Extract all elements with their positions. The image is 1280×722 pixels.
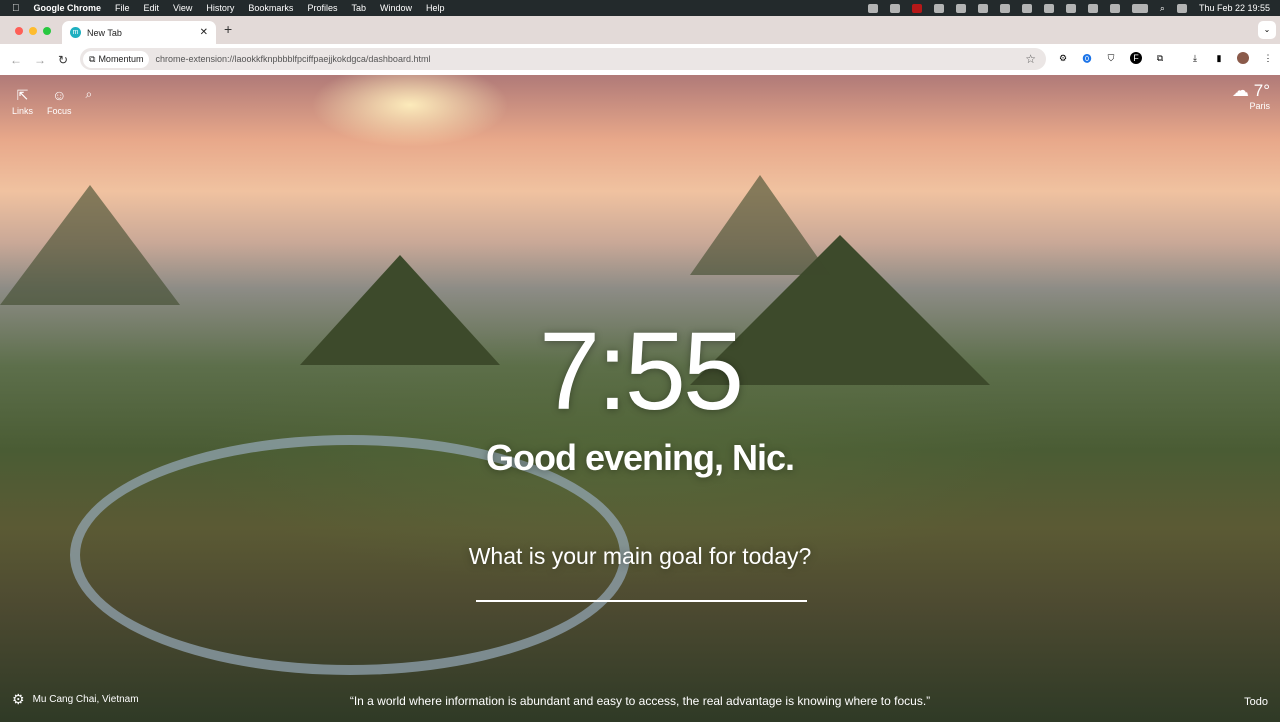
tab-search-chevron-icon[interactable]: ⌄ bbox=[1258, 21, 1276, 39]
window-icon[interactable] bbox=[999, 3, 1010, 13]
background-mountain bbox=[690, 175, 830, 275]
extensions-puzzle-icon[interactable]: ⧉ bbox=[1154, 52, 1166, 64]
clipboard-icon[interactable] bbox=[977, 3, 988, 13]
layers-icon[interactable] bbox=[889, 3, 900, 13]
links-label: Links bbox=[12, 106, 34, 116]
focus-label: Focus bbox=[47, 106, 72, 116]
f-extension-icon[interactable]: F bbox=[1130, 52, 1142, 64]
momentum-dashboard: ⇱ Links ☺ Focus ⌕ ☁ 7° Paris 7:55 Good eve… bbox=[0, 75, 1280, 722]
lock-icon[interactable] bbox=[911, 3, 922, 13]
menubar-clock[interactable]: Thu Feb 22 19:55 bbox=[1199, 3, 1270, 13]
close-window-button[interactable] bbox=[15, 27, 23, 35]
weather-city: Paris bbox=[1249, 101, 1270, 111]
search-button[interactable]: ⌕ bbox=[86, 87, 93, 116]
goal-question: What is your main goal for today? bbox=[468, 543, 812, 569]
menu-help[interactable]: Help bbox=[426, 3, 445, 13]
password-manager-icon[interactable] bbox=[867, 3, 878, 13]
minimize-window-button[interactable] bbox=[29, 27, 37, 35]
settings-extension-icon[interactable]: ⚙ bbox=[1057, 52, 1069, 64]
wifi-icon[interactable] bbox=[1109, 3, 1120, 13]
links-button[interactable]: ⇱ Links bbox=[12, 87, 33, 116]
new-tab-button[interactable]: + bbox=[224, 21, 232, 37]
extension-chip-label: Momentum bbox=[98, 54, 144, 64]
focus-button[interactable]: ☺ Focus bbox=[47, 87, 72, 116]
profile-avatar[interactable] bbox=[1237, 52, 1249, 64]
momentum-favicon-icon: m bbox=[70, 27, 81, 38]
menu-history[interactable]: History bbox=[206, 3, 234, 13]
menu-edit[interactable]: Edit bbox=[144, 3, 160, 13]
more-menu-icon[interactable]: ⋮ bbox=[1262, 52, 1274, 64]
quote[interactable]: “In a world where information is abundan… bbox=[0, 694, 1280, 708]
control-center-icon[interactable] bbox=[1176, 3, 1187, 13]
grid-icon[interactable] bbox=[1043, 3, 1054, 13]
search-icon: ⌕ bbox=[85, 87, 93, 101]
external-link-icon: ⇱ bbox=[16, 87, 29, 103]
cloud-icon: ☁ bbox=[1232, 81, 1249, 100]
window-controls bbox=[15, 27, 51, 35]
greeting: Good evening, Nic. bbox=[485, 437, 795, 478]
maximize-window-button[interactable] bbox=[43, 27, 51, 35]
todo-button[interactable]: Todo bbox=[1244, 696, 1268, 708]
menu-file[interactable]: File bbox=[115, 3, 130, 13]
weather-widget[interactable]: ☁ 7° Paris bbox=[1232, 81, 1270, 111]
volume-icon[interactable] bbox=[1065, 3, 1076, 13]
download-icon[interactable]: ⤓ bbox=[1189, 52, 1201, 64]
side-panel-icon[interactable]: ▮ bbox=[1213, 52, 1225, 64]
tab-title: New Tab bbox=[87, 27, 122, 38]
menu-view[interactable]: View bbox=[173, 3, 192, 13]
menu-bookmarks[interactable]: Bookmarks bbox=[248, 3, 293, 13]
battery-icon[interactable] bbox=[1131, 3, 1148, 13]
menu-tab[interactable]: Tab bbox=[351, 3, 366, 13]
brain-icon: ☺ bbox=[52, 87, 67, 103]
play-icon[interactable] bbox=[955, 3, 966, 13]
reload-button[interactable]: ↻ bbox=[58, 53, 72, 67]
menu-profiles[interactable]: Profiles bbox=[307, 3, 337, 13]
tab-strip: m New Tab ✕ + ⌄ bbox=[0, 16, 1280, 44]
globe-icon[interactable] bbox=[933, 3, 944, 13]
extension-icon: ⧉ bbox=[89, 53, 96, 64]
background-mountain bbox=[0, 185, 180, 305]
onepassword-extension-icon[interactable]: ⓿ bbox=[1081, 52, 1093, 64]
close-tab-icon[interactable]: ✕ bbox=[200, 27, 208, 38]
url-text[interactable]: chrome-extension://laookkfknpbbblfpciffp… bbox=[155, 54, 430, 64]
clock: 7:55 bbox=[538, 310, 744, 433]
bed-icon[interactable] bbox=[1021, 3, 1032, 13]
goal-input[interactable] bbox=[476, 600, 807, 602]
back-button[interactable]: ← bbox=[10, 53, 24, 67]
menu-window[interactable]: Window bbox=[380, 3, 412, 13]
tab-new-tab[interactable]: m New Tab ✕ bbox=[62, 21, 216, 44]
forward-button[interactable]: → bbox=[34, 53, 48, 67]
apple-icon[interactable]:  bbox=[12, 3, 20, 14]
weather-temperature: 7° bbox=[1253, 81, 1270, 100]
spotlight-search-icon[interactable]: ⌕ bbox=[1160, 3, 1165, 14]
browser-toolbar: ← → ↻ ⧉ Momentum chrome-extension://laook… bbox=[0, 44, 1280, 75]
ublock-extension-icon[interactable]: ⛉ bbox=[1105, 52, 1117, 64]
menu-app[interactable]: Google Chrome bbox=[34, 3, 102, 13]
address-bar[interactable]: ⧉ Momentum chrome-extension://laookkfknpb… bbox=[80, 48, 1046, 70]
bookmark-star-icon[interactable]: ☆ bbox=[1025, 52, 1036, 66]
extension-chip[interactable]: ⧉ Momentum bbox=[83, 50, 150, 68]
bluetooth-icon[interactable] bbox=[1087, 3, 1098, 13]
menu-bar:  Google Chrome File Edit View History B… bbox=[0, 0, 1280, 16]
